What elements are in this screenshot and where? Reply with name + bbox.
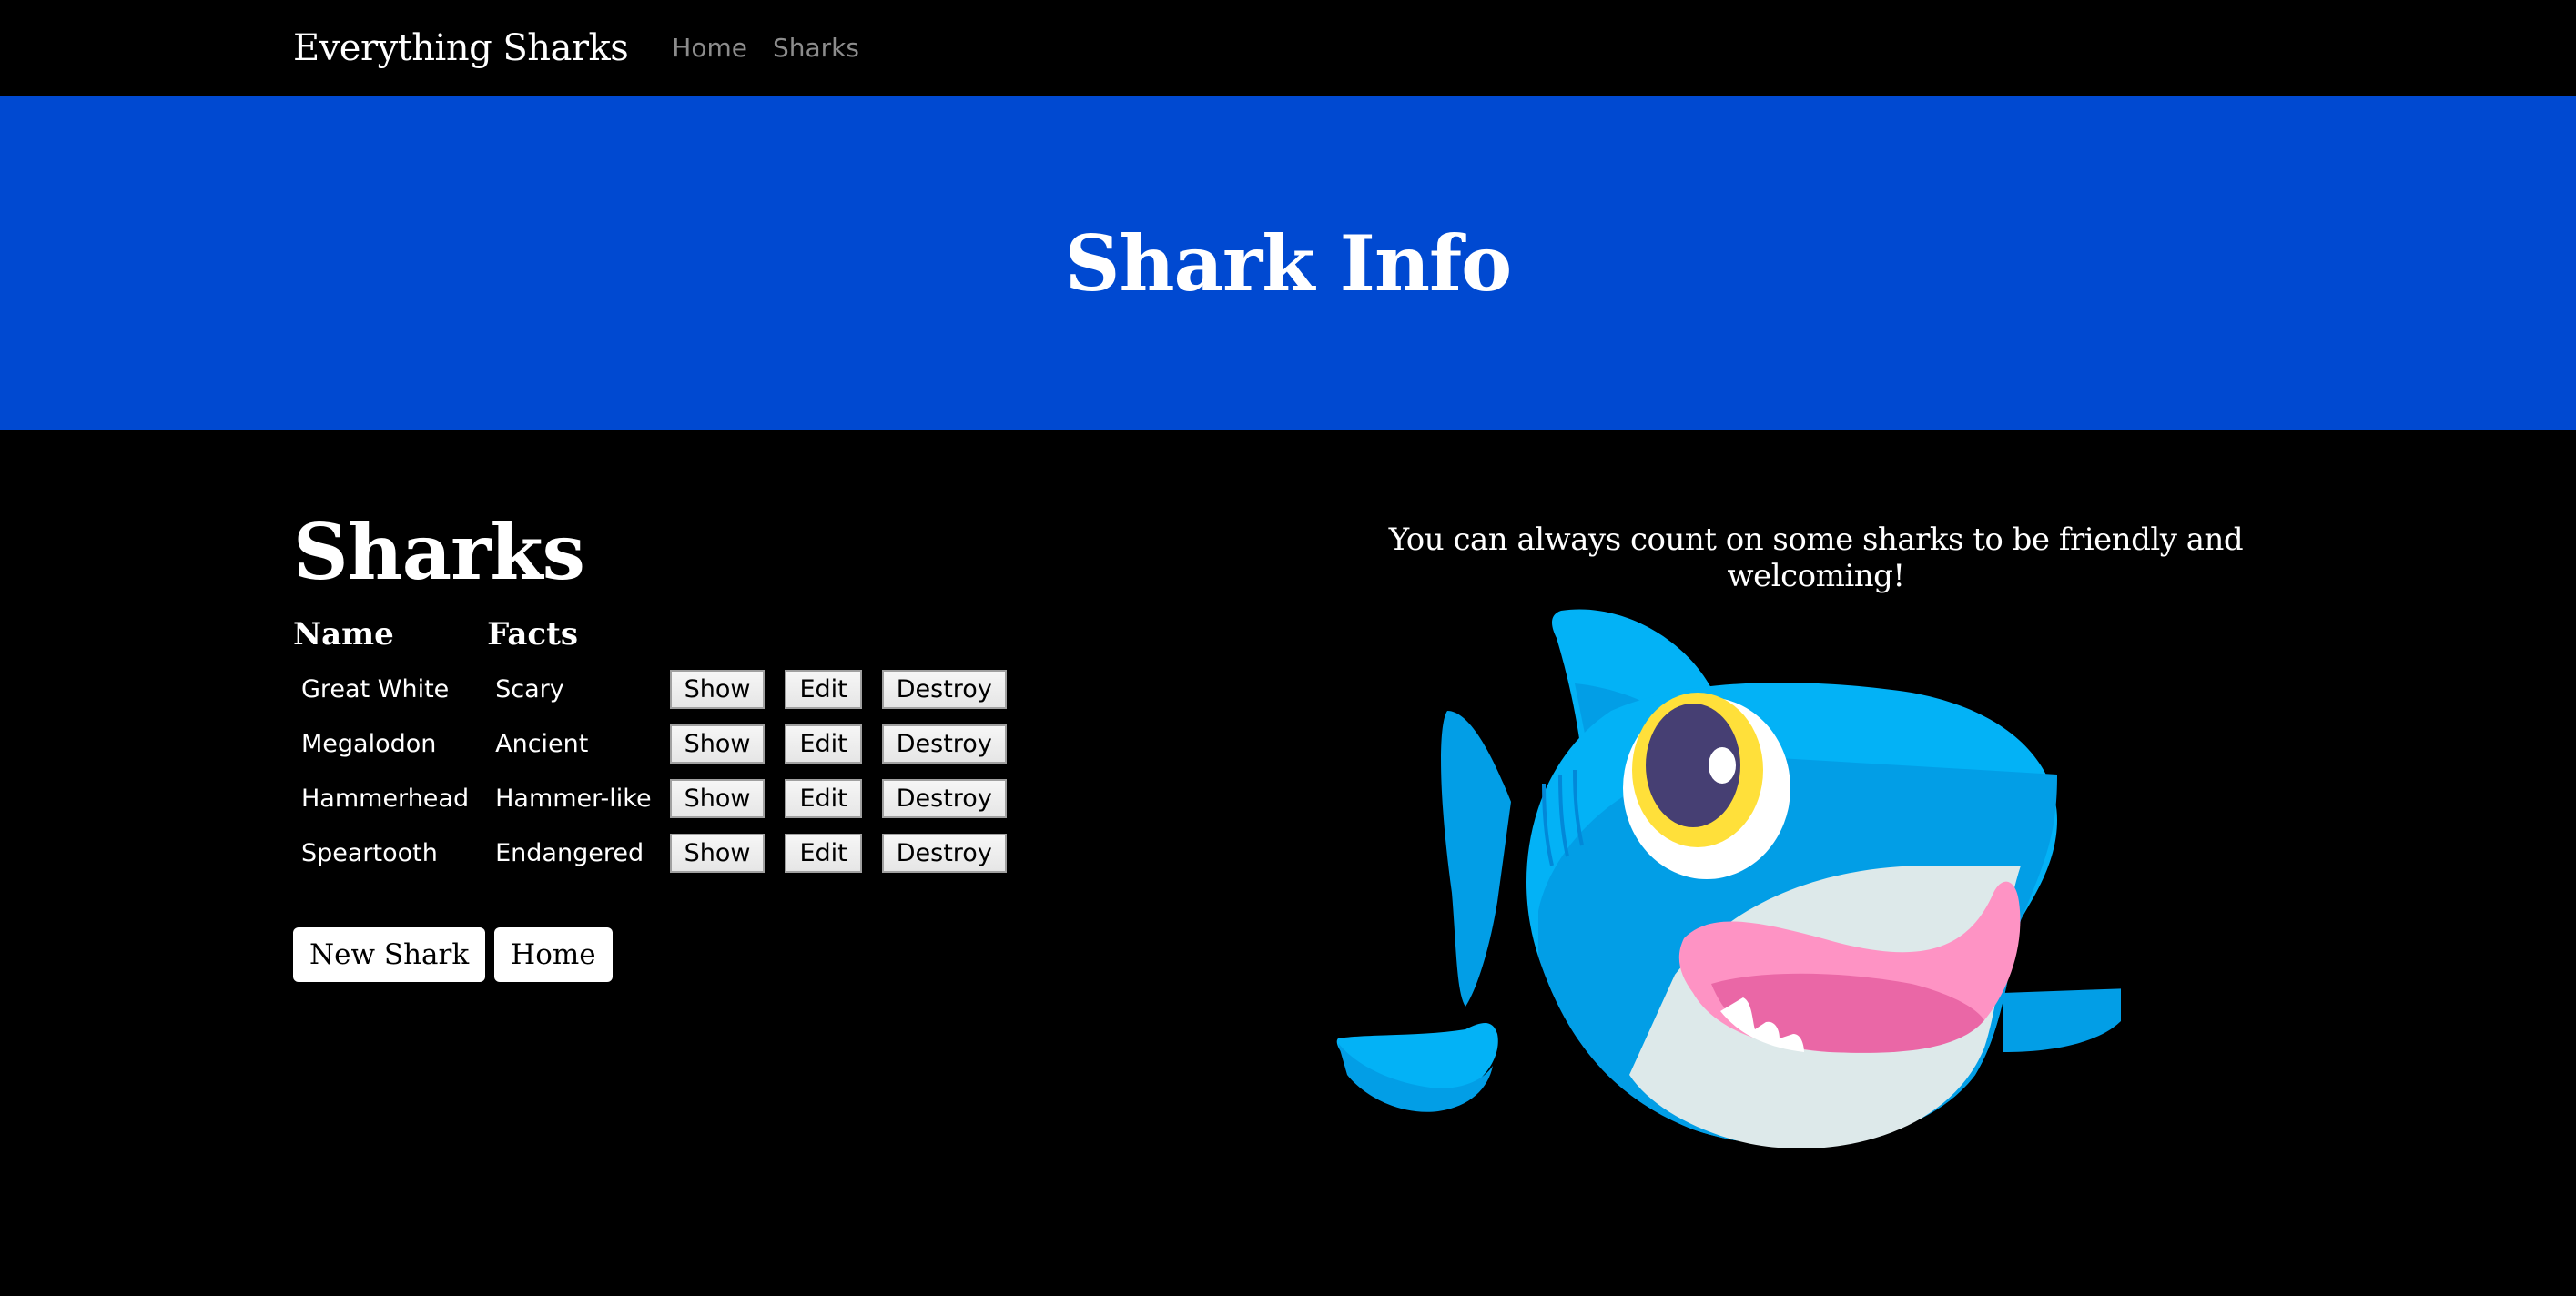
shark-facts: Endangered [495,838,644,867]
column-header-facts: Facts [487,616,578,653]
welcome-panel: You can always count on some sharks to b… [1302,521,2330,1148]
shark-back-fin [1441,711,1511,1007]
shark-name: Speartooth [301,838,438,867]
welcome-caption: You can always count on some sharks to b… [1388,521,2244,594]
table-row: Speartooth Endangered Show Edit Destroy [293,825,1027,880]
table-row: Megalodon Ancient Show Edit Destroy [293,716,1027,771]
destroy-button[interactable]: Destroy [881,778,1007,818]
new-shark-button[interactable]: New Shark [293,927,486,982]
destroy-button[interactable]: Destroy [881,724,1007,764]
table-row: Great White Scary Show Edit Destroy [293,662,1027,716]
show-button[interactable]: Show [669,778,766,818]
shark-facts: Scary [495,674,564,704]
show-button[interactable]: Show [669,833,766,873]
main-content: Sharks Name Facts Great White Scary Show… [0,430,2576,1296]
shark-name: Hammerhead [301,784,470,813]
table-row: Hammerhead Hammer-like Show Edit Destroy [293,771,1027,825]
shark-right-fin [2003,988,2121,1052]
show-button[interactable]: Show [669,669,766,709]
brand-logo[interactable]: Everything Sharks [293,27,629,69]
table-header-row: Name Facts [293,614,1027,662]
column-header-name: Name [293,616,394,653]
shark-name: Megalodon [301,729,437,758]
action-buttons: New Shark Home [293,927,1027,982]
sharks-table: Name Facts Great White Scary Show Edit D… [293,614,1027,880]
destroy-button[interactable]: Destroy [881,669,1007,709]
navbar: Everything Sharks Home Sharks [0,0,2576,96]
edit-button[interactable]: Edit [785,724,862,764]
show-button[interactable]: Show [669,724,766,764]
sharks-panel: Sharks Name Facts Great White Scary Show… [293,514,1027,982]
nav-link-home[interactable]: Home [672,33,747,63]
edit-button[interactable]: Edit [785,778,862,818]
shark-facts: Hammer-like [495,784,652,813]
shark-name: Great White [301,674,450,704]
sharks-heading: Sharks [293,507,585,597]
shark-facts: Ancient [495,729,589,758]
shark-eye-highlight [1709,747,1736,784]
edit-button[interactable]: Edit [785,669,862,709]
destroy-button[interactable]: Destroy [881,833,1007,873]
hero-title: Shark Info [1064,218,1512,309]
nav-link-sharks[interactable]: Sharks [773,33,859,63]
shark-illustration [1336,609,2121,1148]
hero-banner: Shark Info [0,96,2576,430]
edit-button[interactable]: Edit [785,833,862,873]
home-button[interactable]: Home [494,927,613,982]
